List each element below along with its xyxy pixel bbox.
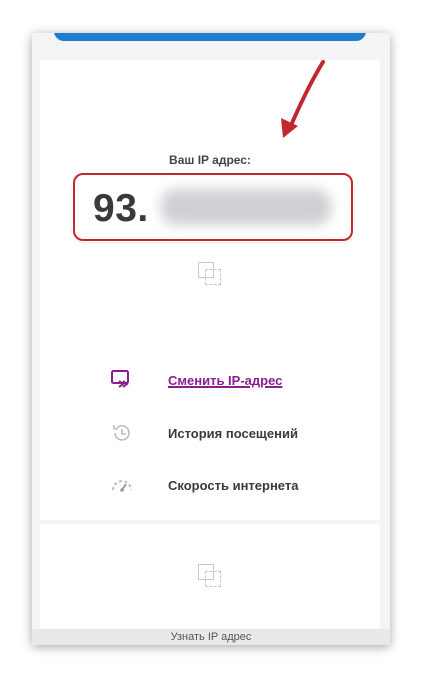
annotation-arrow-icon — [281, 60, 325, 138]
